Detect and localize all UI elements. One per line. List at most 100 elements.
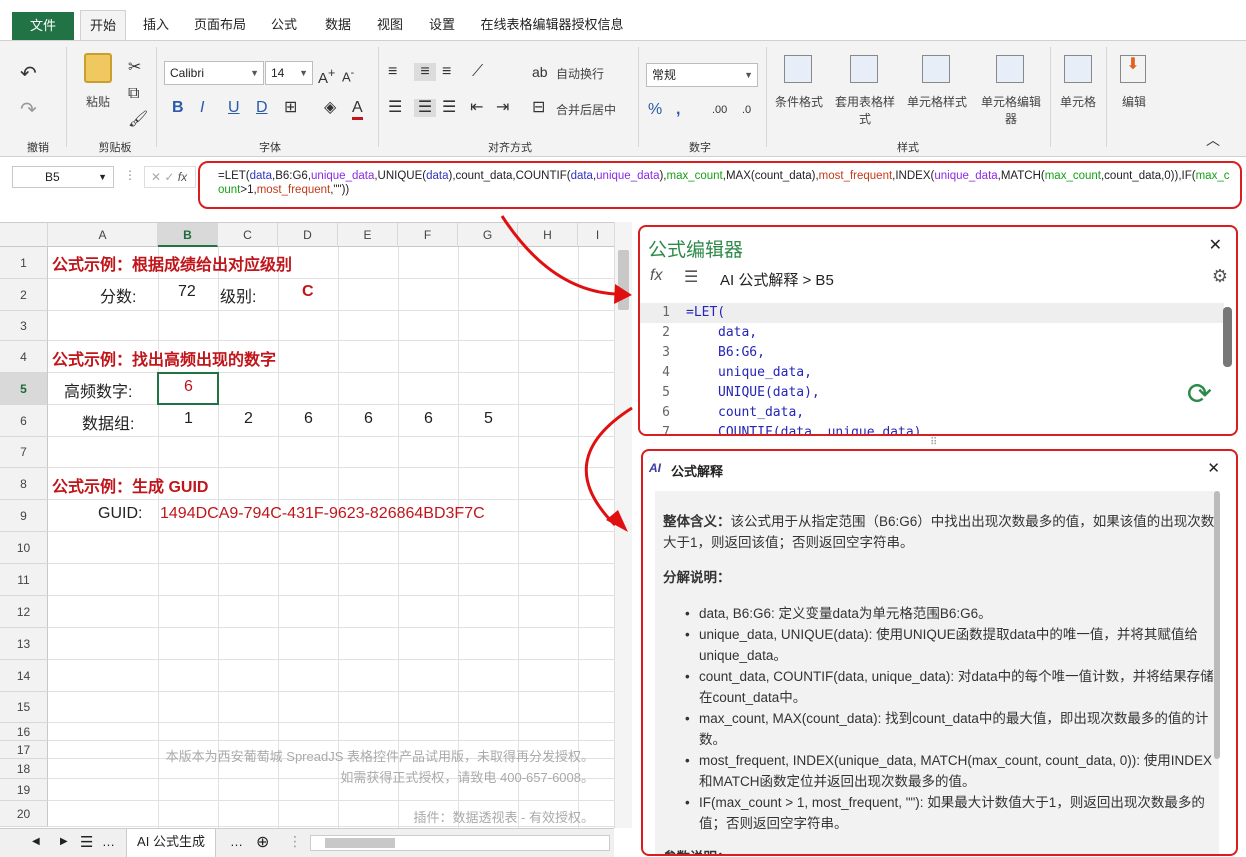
merge-icon[interactable]: ⊟ — [532, 99, 545, 117]
sheet-tab-ai[interactable]: AI 公式生成 — [126, 829, 216, 857]
row-header-14[interactable]: 14 — [0, 660, 48, 692]
font-name-select[interactable]: Calibri▼ — [164, 61, 264, 85]
edit-button[interactable]: 编辑 — [1116, 93, 1152, 110]
tab-settings[interactable]: 设置 — [422, 10, 462, 40]
col-header-a[interactable]: A — [48, 223, 158, 247]
border-icon[interactable]: ⊞ — [284, 99, 297, 117]
wrap-text-button[interactable]: 自动换行 — [556, 65, 604, 82]
col-header-f[interactable]: F — [398, 223, 458, 247]
code-line[interactable]: 1=LET( — [642, 303, 1226, 323]
increase-font-icon[interactable]: A+ — [318, 64, 335, 88]
row-header-17[interactable]: 17 — [0, 741, 48, 759]
italic-icon[interactable]: I — [200, 99, 204, 117]
tab-page-layout[interactable]: 页面布局 — [188, 10, 252, 40]
row-header-3[interactable]: 3 — [0, 311, 48, 341]
tab-home[interactable]: 开始 — [80, 10, 126, 40]
refresh-icon[interactable]: ⟳ — [1187, 377, 1212, 412]
cells-button[interactable]: 单元格 — [1058, 93, 1098, 110]
data-cell-c6[interactable]: 2 — [244, 410, 253, 428]
cell-editor-button[interactable]: 单元格编辑器 — [978, 93, 1044, 127]
paste-button[interactable]: 粘贴 — [80, 93, 116, 110]
code-line[interactable]: 4unique_data, — [642, 363, 1226, 383]
gear-icon[interactable]: ⚙ — [1212, 266, 1228, 287]
row-header-15[interactable]: 15 — [0, 692, 48, 723]
col-header-d[interactable]: D — [278, 223, 338, 247]
tab-formula[interactable]: 公式 — [264, 10, 304, 40]
row-header-10[interactable]: 10 — [0, 532, 48, 564]
row-header-9[interactable]: 9 — [0, 500, 48, 532]
row-header-2[interactable]: 2 — [0, 279, 48, 311]
number-format-select[interactable]: 常规▼ — [646, 63, 758, 87]
row-header-12[interactable]: 12 — [0, 596, 48, 628]
row-header-5[interactable]: 5 — [0, 373, 48, 405]
table-style-icon[interactable] — [850, 55, 878, 83]
decrease-indent-icon[interactable]: ⇤ — [470, 99, 483, 117]
bold-icon[interactable]: B — [172, 99, 184, 117]
data-cell-d6[interactable]: 6 — [304, 410, 313, 428]
tab-file[interactable]: 文件 — [12, 12, 74, 40]
prev-sheet-icon[interactable]: ◀ — [32, 836, 40, 847]
undo-icon[interactable]: ↶ — [20, 65, 37, 83]
align-middle-icon[interactable]: ≡ — [414, 63, 436, 81]
font-size-select[interactable]: 14▼ — [265, 61, 313, 85]
explain-scrollbar[interactable] — [1214, 491, 1220, 759]
fill-color-icon[interactable]: ◈ — [324, 99, 336, 117]
collapse-ribbon-icon[interactable]: ︿ — [1206, 131, 1220, 149]
code-line[interactable]: 7COUNTIF(data, unique_data), — [642, 423, 1226, 436]
close-explain-icon[interactable]: ✕ — [1207, 459, 1220, 477]
font-color-icon[interactable]: A — [352, 99, 363, 120]
increase-indent-icon[interactable]: ⇥ — [496, 99, 509, 117]
cell-style-icon[interactable] — [922, 55, 950, 83]
horizontal-scrollbar[interactable] — [310, 835, 610, 851]
frequent-value[interactable]: 6 — [184, 378, 193, 396]
align-bottom-icon[interactable]: ≡ — [442, 63, 451, 81]
cut-icon[interactable]: ✂ — [128, 59, 141, 77]
table-style-button[interactable]: 套用表格样式 — [834, 93, 896, 127]
underline-icon[interactable]: U — [228, 99, 240, 117]
wrap-text-icon[interactable]: ab — [532, 63, 548, 81]
edit-icon[interactable]: ⬇ — [1120, 55, 1146, 83]
align-right-icon[interactable]: ☰ — [442, 99, 456, 117]
next-sheet-icon[interactable]: ▶ — [60, 836, 68, 847]
cell-editor-icon[interactable] — [996, 55, 1024, 83]
code-line[interactable]: 2data, — [642, 323, 1226, 343]
outline-icon[interactable]: ☰ — [684, 267, 698, 287]
fx-check-icon[interactable]: fx — [650, 267, 662, 285]
data-cell-g6[interactable]: 5 — [484, 410, 493, 428]
col-header-c[interactable]: C — [218, 223, 278, 247]
code-line[interactable]: 6count_data, — [642, 403, 1226, 423]
tab-license[interactable]: 在线表格编辑器授权信息 — [476, 10, 628, 40]
comma-icon[interactable]: , — [676, 101, 680, 119]
tab-view[interactable]: 视图 — [370, 10, 410, 40]
copy-icon[interactable]: ⧉ — [128, 85, 139, 103]
cells-icon[interactable] — [1064, 55, 1092, 83]
conditional-format-button[interactable]: 条件格式 — [770, 93, 828, 110]
decrease-font-icon[interactable]: A- — [342, 64, 354, 86]
conditional-format-icon[interactable] — [784, 55, 812, 83]
align-top-icon[interactable]: ≡ — [388, 63, 397, 81]
row-header-18[interactable]: 18 — [0, 759, 48, 779]
row-header-13[interactable]: 13 — [0, 628, 48, 660]
more-sheets-icon[interactable]: … — [102, 834, 115, 849]
tab-insert[interactable]: 插入 — [136, 10, 176, 40]
orientation-icon[interactable]: ⟋ — [472, 63, 483, 81]
grade-value[interactable]: C — [302, 283, 314, 301]
row-header-4[interactable]: 4 — [0, 341, 48, 373]
row-header-6[interactable]: 6 — [0, 405, 48, 437]
formula-input[interactable]: =LET(data,B6:G6,unique_data,UNIQUE(data)… — [198, 161, 1242, 209]
score-value[interactable]: 72 — [178, 283, 196, 301]
redo-icon[interactable]: ↷ — [20, 101, 37, 119]
cell-style-button[interactable]: 单元格样式 — [904, 93, 970, 110]
align-left-icon[interactable]: ☰ — [388, 99, 402, 117]
editor-scrollbar[interactable] — [1223, 307, 1232, 367]
add-sheet-icon[interactable]: ⊕ — [256, 832, 269, 852]
row-header-1[interactable]: 1 — [0, 247, 48, 279]
decrease-decimal-icon[interactable]: .0 — [742, 101, 751, 119]
double-underline-icon[interactable]: D — [256, 99, 268, 117]
row-header-20[interactable]: 20 — [0, 801, 48, 827]
more-tabs-icon[interactable]: … — [230, 834, 243, 849]
row-header-16[interactable]: 16 — [0, 723, 48, 741]
increase-decimal-icon[interactable]: .00 — [712, 101, 727, 119]
more-icon[interactable]: ⋮ — [124, 168, 136, 182]
data-cell-b6[interactable]: 1 — [184, 410, 193, 428]
